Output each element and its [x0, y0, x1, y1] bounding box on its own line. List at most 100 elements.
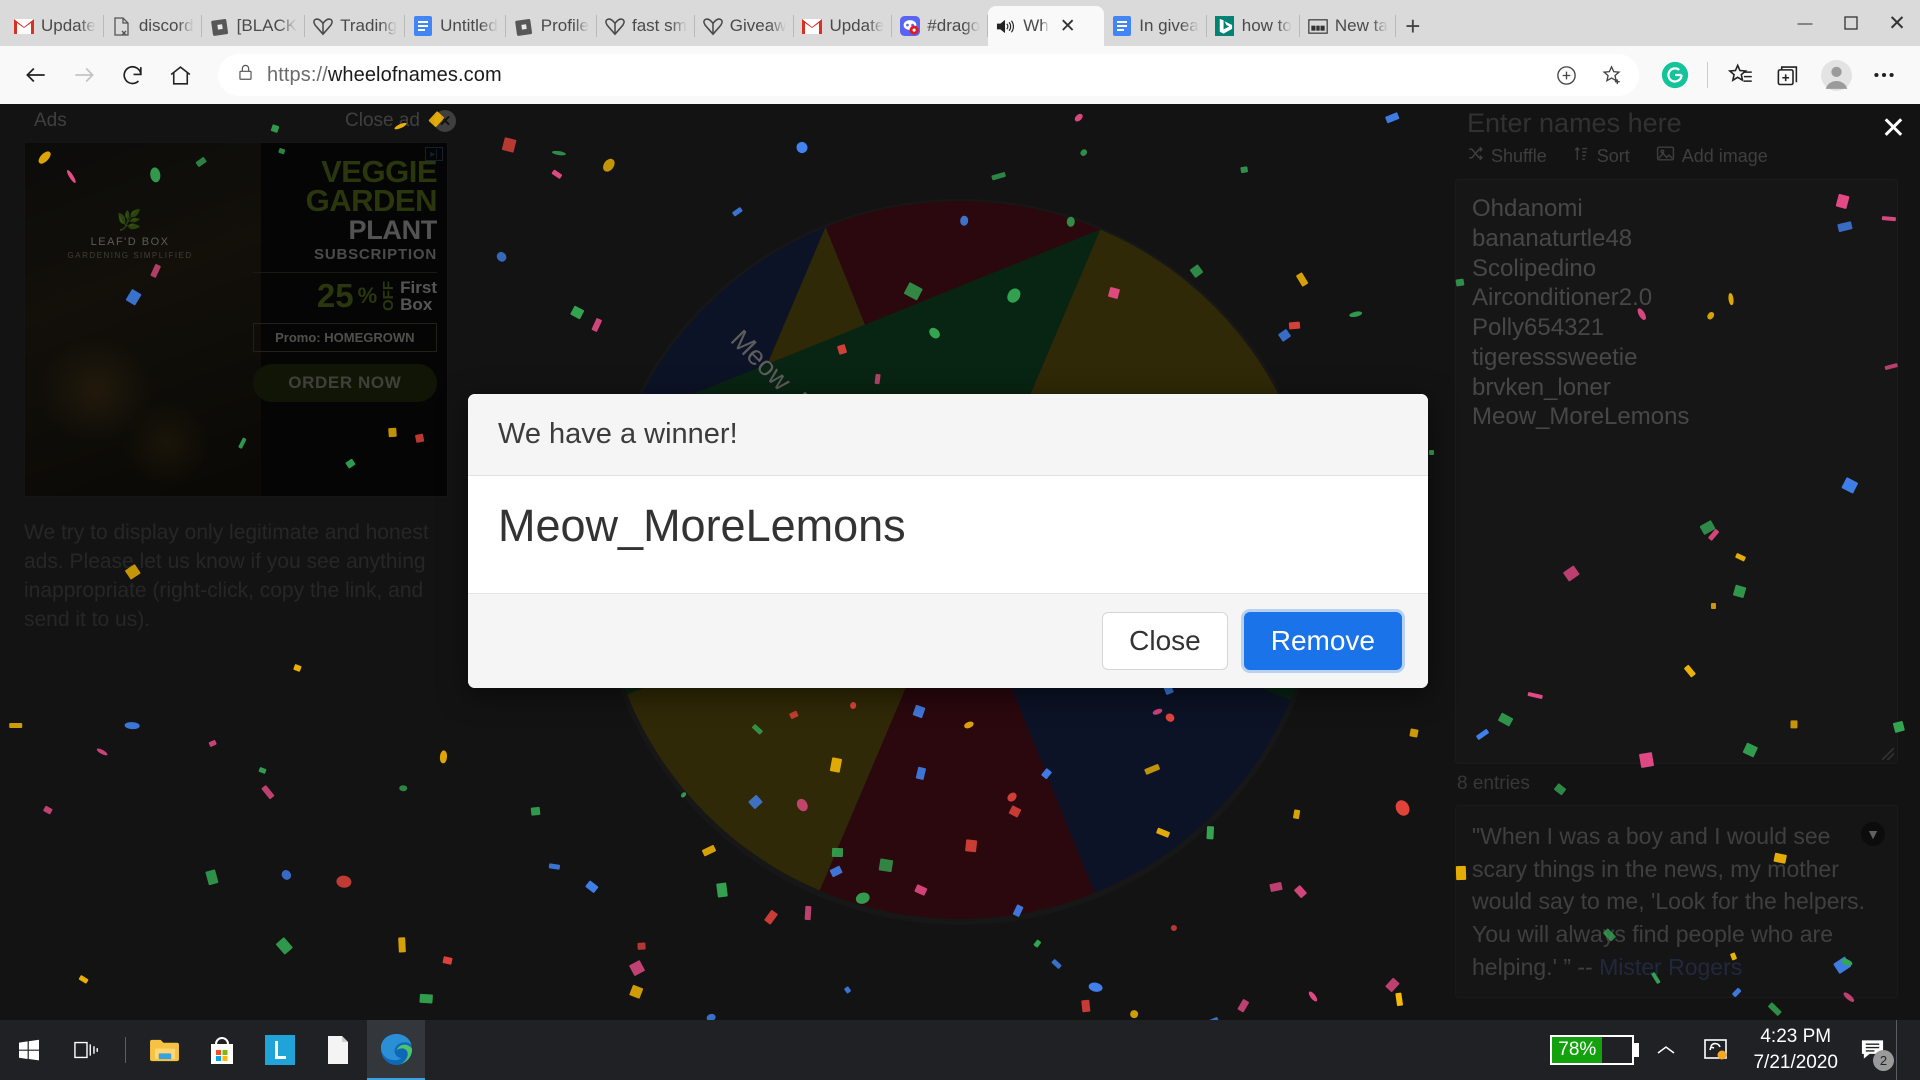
- tab-label: discord: [138, 16, 194, 35]
- confetti-piece: [280, 868, 294, 883]
- browser-tab[interactable]: Update: [6, 6, 104, 46]
- confetti-piece: [1385, 977, 1401, 993]
- confetti-piece: [42, 806, 53, 815]
- close-icon[interactable]: ✕: [434, 110, 456, 132]
- show-hidden-icons-chevron[interactable]: [1643, 1020, 1689, 1080]
- browser-tab[interactable]: New ta: [1300, 6, 1396, 46]
- favorites-icon[interactable]: [1718, 53, 1762, 97]
- tab-label: Update: [41, 16, 96, 35]
- browser-tab[interactable]: Giveaw: [695, 6, 795, 46]
- ads-label: Ads: [34, 110, 67, 131]
- home-icon[interactable]: [158, 53, 202, 97]
- chevron-down-circle-icon[interactable]: ▼: [1861, 822, 1885, 846]
- notifications-button[interactable]: 2: [1852, 1030, 1894, 1071]
- tab-close-icon[interactable]: ✕: [1056, 17, 1076, 36]
- add-image-button[interactable]: Add image: [1656, 145, 1768, 167]
- confetti-piece: [991, 171, 1007, 181]
- microsoft-edge-icon[interactable]: [367, 1020, 425, 1080]
- browser-tab[interactable]: Profile: [506, 6, 597, 46]
- browser-tab[interactable]: fast sm: [597, 6, 695, 46]
- confetti-piece: [398, 785, 408, 792]
- ad-cta-button[interactable]: ORDER NOW: [252, 363, 437, 402]
- ad-creative[interactable]: ▸| 🌿 LEAF'D BOX GARDENING SIMPLIFIED VEG…: [24, 142, 448, 497]
- newtab-icon: [1308, 16, 1328, 36]
- onedrive-sync-icon[interactable]: [1693, 1020, 1739, 1080]
- address-bar[interactable]: https://wheelofnames.com: [218, 54, 1639, 96]
- confetti-piece: [1237, 999, 1250, 1014]
- confetti-piece: [629, 984, 644, 998]
- confetti-piece: [442, 955, 454, 965]
- task-view-icon[interactable]: [58, 1020, 116, 1080]
- tab-label: Profile: [540, 16, 589, 35]
- browser-tab[interactable]: #drago: [892, 6, 989, 46]
- show-desktop-button[interactable]: [1896, 1020, 1906, 1080]
- dismiss-overlay-close-icon[interactable]: ✕: [1881, 114, 1906, 144]
- ad-photo: 🌿 LEAF'D BOX GARDENING SIMPLIFIED: [25, 143, 262, 496]
- windows-start-icon[interactable]: [0, 1020, 58, 1080]
- battery-indicator[interactable]: 78%: [1550, 1035, 1640, 1065]
- sort-button[interactable]: Sort: [1573, 145, 1630, 167]
- refresh-icon[interactable]: [110, 53, 154, 97]
- tab-label: Wh: [1023, 16, 1049, 35]
- ellipsis-icon[interactable]: [1862, 53, 1906, 97]
- entries-count: 8 entries: [1457, 773, 1530, 794]
- clock-date: 7/21/2020: [1753, 1052, 1838, 1073]
- browser-tab-active[interactable]: Wh ✕: [988, 6, 1105, 46]
- ad-brand-name: LEAF'D BOX: [90, 235, 170, 248]
- collections-icon[interactable]: [1766, 53, 1810, 97]
- names-list: Ohdanomi bananaturtle48 Scolipedino Aircond…: [1472, 194, 1881, 432]
- tab-label: Trading: [340, 16, 398, 35]
- system-tray: 78% 4:23 PM 7/21/2020 2: [1550, 1020, 1920, 1080]
- ad-promo-code: Promo: HOMEGROWN: [252, 322, 437, 352]
- profile-avatar[interactable]: [1814, 53, 1858, 97]
- minimize-button[interactable]: —: [1782, 0, 1828, 46]
- browser-tab[interactable]: how to: [1207, 6, 1300, 46]
- sort-label: Sort: [1596, 145, 1630, 166]
- star-plus-icon[interactable]: [1593, 56, 1631, 94]
- tab-label: Update: [829, 16, 885, 35]
- tab-label: Untitled: [440, 16, 498, 35]
- grammarly-icon[interactable]: [1653, 53, 1697, 97]
- back-arrow-icon[interactable]: [14, 53, 58, 97]
- microsoft-store-icon[interactable]: [193, 1020, 251, 1080]
- shopify-icon: [313, 16, 333, 36]
- confetti-piece: [550, 169, 563, 180]
- confetti-piece: [292, 663, 302, 672]
- close-ad-button[interactable]: Close ad ✕: [345, 110, 462, 132]
- quote-author-link[interactable]: Mister Rogers: [1599, 954, 1742, 980]
- browser-tab[interactable]: In givea: [1104, 6, 1207, 46]
- confetti-piece: [275, 937, 294, 956]
- browser-tab[interactable]: Untitled: [405, 6, 506, 46]
- plus-circle-icon[interactable]: [1547, 56, 1585, 94]
- app-l-icon[interactable]: [251, 1020, 309, 1080]
- confetti-piece: [398, 936, 406, 953]
- ad-discount-value: 25: [316, 277, 354, 315]
- taskbar-clock[interactable]: 4:23 PM 7/21/2020: [1743, 1024, 1848, 1075]
- browser-tab[interactable]: Trading: [305, 6, 406, 46]
- ad-line3: PLANT: [348, 214, 438, 245]
- gmail-icon: [14, 16, 34, 36]
- shuffle-button[interactable]: Shuffle: [1467, 145, 1547, 167]
- browser-tab[interactable]: [BLACK: [202, 6, 306, 46]
- url-text: https://wheelofnames.com: [267, 64, 502, 87]
- resize-handle[interactable]: [1882, 748, 1894, 760]
- battery-body: 78%: [1550, 1035, 1635, 1065]
- dialog-title: We have a winner!: [468, 394, 1428, 476]
- remove-button[interactable]: Remove: [1243, 612, 1402, 670]
- quote-box: ▼ "When I was a boy and I would see scar…: [1455, 805, 1898, 999]
- names-textarea[interactable]: Ohdanomi bananaturtle48 Scolipedino Aircond…: [1455, 179, 1898, 764]
- roblox-icon: [514, 16, 534, 36]
- window-close-button[interactable]: ✕: [1874, 0, 1920, 46]
- maximize-button[interactable]: [1828, 0, 1874, 46]
- new-tab-button[interactable]: +: [1396, 9, 1430, 43]
- close-button[interactable]: Close: [1102, 612, 1228, 670]
- file-explorer-icon[interactable]: [135, 1020, 193, 1080]
- browser-tab[interactable]: discord: [104, 6, 202, 46]
- confetti-piece: [494, 250, 508, 263]
- confetti-piece: [124, 721, 140, 730]
- name-list-item: Polly654321: [1472, 314, 1605, 341]
- document-icon[interactable]: [309, 1020, 367, 1080]
- gmail-icon: [802, 16, 823, 36]
- confetti-piece: [207, 739, 217, 748]
- browser-tab[interactable]: Update: [794, 6, 893, 46]
